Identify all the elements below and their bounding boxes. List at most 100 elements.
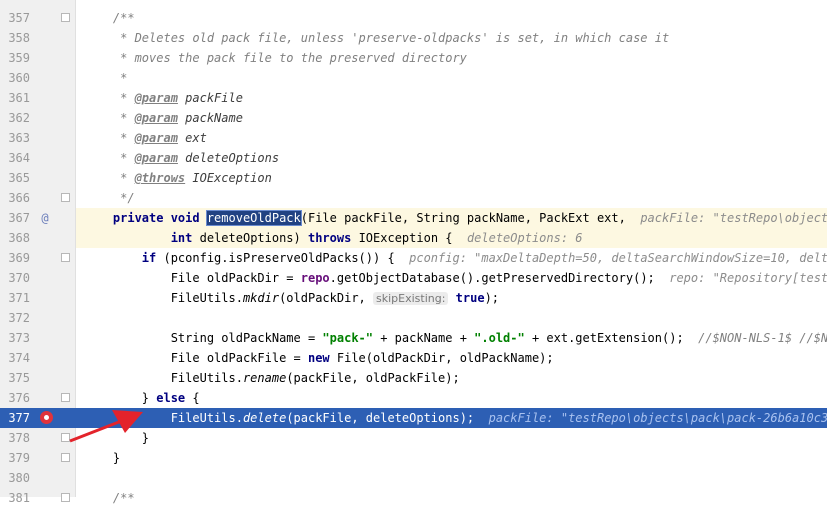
code-line[interactable]: 358 * Deletes old pack file, unless 'pre… <box>0 28 827 48</box>
code-text[interactable]: * moves the pack file to the preserved d… <box>76 48 827 68</box>
debug-inline-value: deleteOptions: 6 <box>466 231 583 245</box>
code-token: * <box>84 111 135 125</box>
code-line[interactable]: 365 * @throws IOException <box>0 168 827 188</box>
code-text[interactable]: /** <box>76 488 827 508</box>
line-number: 361 <box>8 91 30 105</box>
code-token: ext <box>177 131 207 145</box>
breakpoint-icon[interactable] <box>40 411 53 424</box>
code-text[interactable]: File oldPackFile = new File(oldPackDir, … <box>76 348 827 368</box>
code-token: @param <box>134 111 178 125</box>
code-text[interactable]: * @param deleteOptions <box>76 148 827 168</box>
code-line[interactable]: 380 <box>0 468 827 488</box>
debug-inline-value: pconfig: "maxDeltaDepth=50, deltaSearchW… <box>409 251 827 265</box>
line-number: 381 <box>8 491 30 505</box>
code-line[interactable]: 375 FileUtils.rename(packFile, oldPackFi… <box>0 368 827 388</box>
code-token: mkdir <box>242 291 280 305</box>
code-line[interactable]: 357 /** <box>0 8 827 28</box>
code-token: @param <box>134 151 178 165</box>
code-token: */ <box>84 191 135 205</box>
code-token: { <box>185 391 200 405</box>
fold-marker-icon[interactable] <box>61 253 70 262</box>
code-text[interactable]: int deleteOptions) throws IOException { … <box>76 228 827 248</box>
line-number: 359 <box>8 51 30 65</box>
code-text[interactable]: * @throws IOException <box>76 168 827 188</box>
line-number: 365 <box>8 171 30 185</box>
code-line[interactable]: 381 /** <box>0 488 827 508</box>
line-number: 371 <box>8 291 30 305</box>
code-line[interactable]: 363 * @param ext <box>0 128 827 148</box>
code-line[interactable]: 370 File oldPackDir = repo.getObjectData… <box>0 268 827 288</box>
code-text[interactable]: if (pconfig.isPreserveOldPacks()) { pcon… <box>76 248 827 268</box>
code-token: * <box>84 171 135 185</box>
code-token: + packName + <box>373 331 475 345</box>
code-line[interactable]: 366 */ <box>0 188 827 208</box>
code-text[interactable]: } else { <box>76 388 827 408</box>
code-token: new <box>307 351 330 365</box>
fold-marker-icon[interactable] <box>61 433 70 442</box>
code-token: (packFile, deleteOptions); <box>286 411 489 425</box>
code-token: packFile <box>177 91 243 105</box>
code-line[interactable]: 369 if (pconfig.isPreserveOldPacks()) { … <box>0 248 827 268</box>
code-line[interactable]: 368 int deleteOptions) throws IOExceptio… <box>0 228 827 248</box>
code-text[interactable]: FileUtils.rename(packFile, oldPackFile); <box>76 368 827 388</box>
code-line[interactable]: 378 } <box>0 428 827 448</box>
code-line[interactable]: 361 * @param packFile <box>0 88 827 108</box>
code-line[interactable]: 371 FileUtils.mkdir(oldPackDir, skipExis… <box>0 288 827 308</box>
line-number: 370 <box>8 271 30 285</box>
code-line[interactable]: 377 FileUtils.delete(packFile, deleteOpt… <box>0 408 827 428</box>
line-number: 372 <box>8 311 30 325</box>
breakpoint-check-icon <box>44 415 49 420</box>
code-token: deleteOptions) <box>192 231 308 245</box>
code-line[interactable]: 374 File oldPackFile = new File(oldPackD… <box>0 348 827 368</box>
code-text[interactable]: } <box>76 448 827 468</box>
fold-marker-icon[interactable] <box>61 453 70 462</box>
code-token: } <box>84 431 150 445</box>
override-method-icon[interactable]: @ <box>38 208 52 228</box>
fold-marker-icon[interactable] <box>61 493 70 502</box>
fold-marker-icon[interactable] <box>61 393 70 402</box>
line-number: 362 <box>8 111 30 125</box>
code-text[interactable]: * Deletes old pack file, unless 'preserv… <box>76 28 827 48</box>
code-token: (packFile, oldPackFile); <box>286 371 460 385</box>
code-text[interactable]: * @param packFile <box>76 88 827 108</box>
code-text[interactable]: File oldPackDir = repo.getObjectDatabase… <box>76 268 827 288</box>
code-token: FileUtils. <box>84 411 243 425</box>
code-text[interactable]: * @param packName <box>76 108 827 128</box>
code-token: else <box>156 391 186 405</box>
code-token: File oldPackFile = <box>84 351 308 365</box>
code-line[interactable]: 379 } <box>0 448 827 468</box>
code-token: deleteOptions <box>177 151 280 165</box>
code-token: FileUtils. <box>84 371 243 385</box>
code-line[interactable]: 373 String oldPackName = "pack-" + packN… <box>0 328 827 348</box>
line-number: 357 <box>8 11 30 25</box>
line-number: 360 <box>8 71 30 85</box>
code-token: * Deletes old pack file, unless 'preserv… <box>84 31 670 45</box>
code-text[interactable]: String oldPackName = "pack-" + packName … <box>76 328 827 348</box>
line-number: 376 <box>8 391 30 405</box>
parameter-hint: skipExisting: <box>373 292 449 305</box>
line-number: 367 <box>8 211 30 225</box>
fold-marker-icon[interactable] <box>61 193 70 202</box>
code-text[interactable]: /** <box>76 8 827 28</box>
line-number: 375 <box>8 371 30 385</box>
code-line[interactable]: 367 @ private void removeOldPack(File pac… <box>0 208 827 228</box>
code-text[interactable]: FileUtils.delete(packFile, deleteOptions… <box>76 408 827 428</box>
code-text[interactable]: * <box>76 68 827 88</box>
code-line[interactable]: 359 * moves the pack file to the preserv… <box>0 48 827 68</box>
code-token: * <box>84 131 135 145</box>
code-line[interactable]: 362 * @param packName <box>0 108 827 128</box>
code-text[interactable]: private void removeOldPack(File packFile… <box>76 208 827 228</box>
code-line[interactable]: 372 <box>0 308 827 328</box>
code-line[interactable]: 360 * <box>0 68 827 88</box>
code-token: (oldPackDir, <box>279 291 373 305</box>
code-line[interactable]: 376 } else { <box>0 388 827 408</box>
code-text[interactable]: } <box>76 428 827 448</box>
code-text[interactable]: FileUtils.mkdir(oldPackDir, skipExisting… <box>76 288 827 308</box>
code-text[interactable]: */ <box>76 188 827 208</box>
code-line[interactable]: 364 * @param deleteOptions <box>0 148 827 168</box>
code-text[interactable] <box>76 308 827 328</box>
fold-marker-icon[interactable] <box>61 13 70 22</box>
code-text[interactable] <box>76 468 827 488</box>
code-text[interactable]: * @param ext <box>76 128 827 148</box>
